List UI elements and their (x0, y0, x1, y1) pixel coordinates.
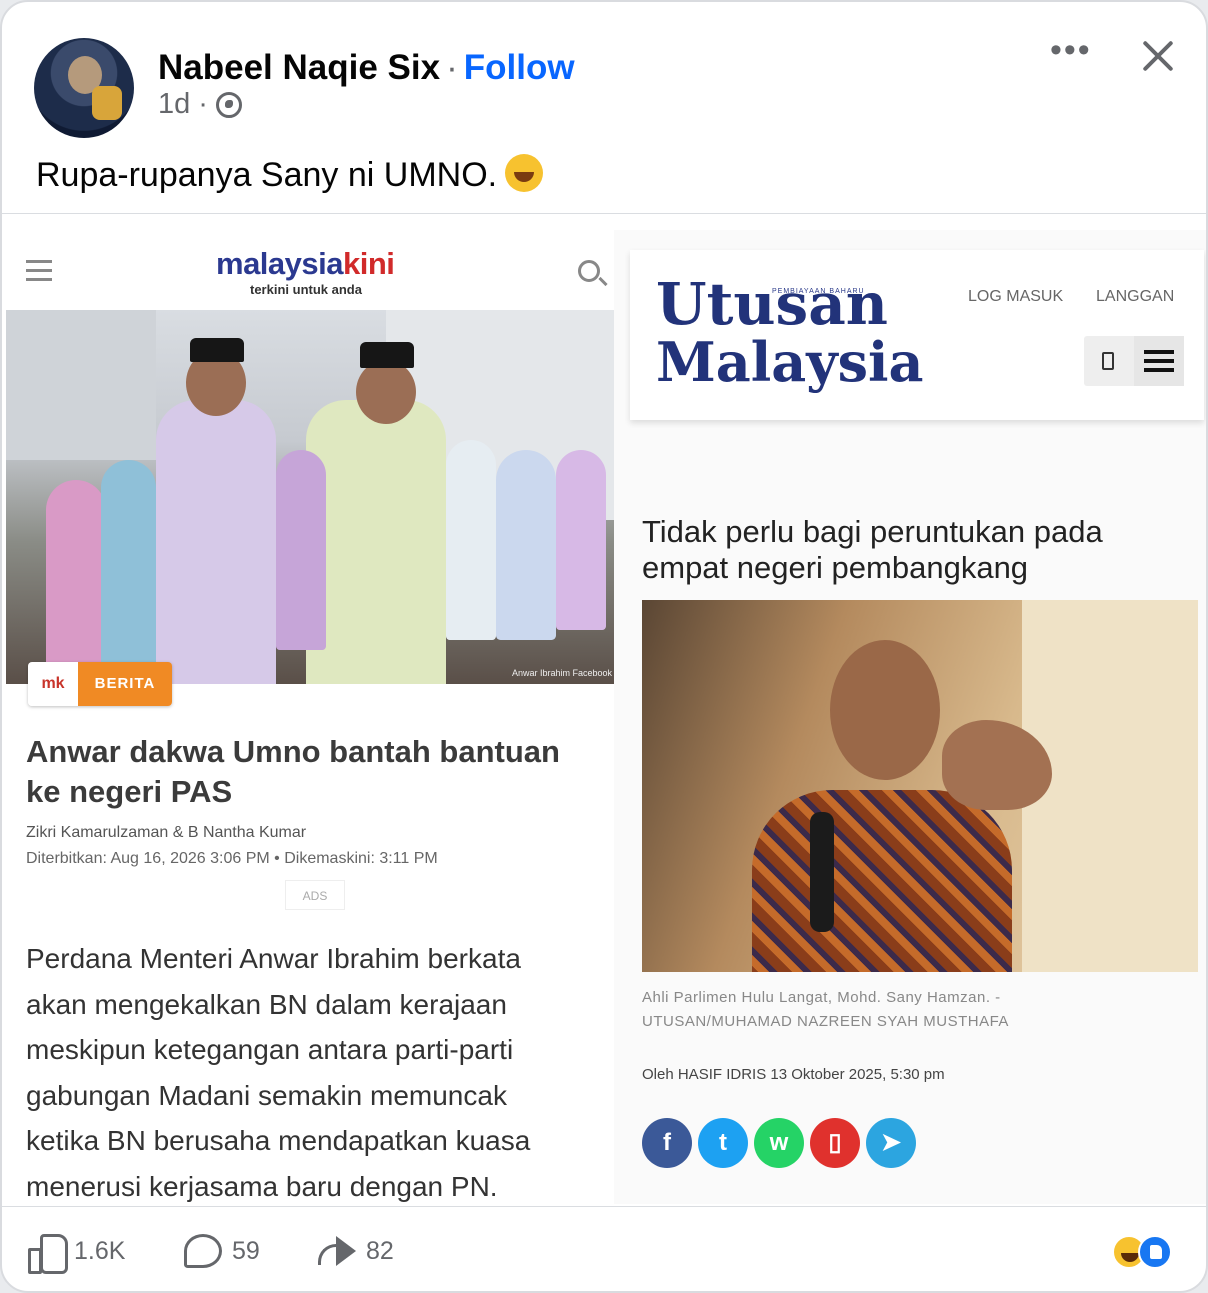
rofl-emoji-icon (505, 154, 544, 192)
close-icon[interactable] (1136, 34, 1180, 78)
more-options-button[interactable]: ••• (1050, 33, 1090, 74)
mk-brand-badge: mk (28, 662, 78, 706)
caption-text: Rupa-rupanya Sany ni UMNO. (36, 156, 498, 194)
meta-separator: · (198, 88, 208, 120)
share-buttons: f t w ▯ ➤ (642, 1118, 916, 1168)
article-headline: Anwar dakwa Umno bantah bantuan ke neger… (26, 734, 560, 809)
like-button[interactable]: 1.6K (28, 1233, 126, 1274)
hamburger-menu-icon (26, 260, 52, 287)
ads-placeholder: ADS (285, 880, 345, 910)
utusan-logo-line1: Utusan (656, 270, 888, 338)
facebook-icon: f (642, 1118, 692, 1168)
category-badge: mk BERITA (28, 662, 172, 706)
photo-caption: Ahli Parlimen Hulu Langat, Mohd. Sany Ha… (642, 986, 1198, 1034)
article-body: Perdana Menteri Anwar Ibrahim berkata ak… (26, 943, 531, 1202)
share-icon (318, 1236, 356, 1266)
utusan-byline: Oleh HASIF IDRIS 13 Oktober 2025, 5:30 p… (642, 1066, 945, 1083)
thumbs-up-icon (28, 1234, 68, 1274)
utusan-screenshot: PEMBIAYAAN BAHARU Utusan Malaysia LOG MA… (614, 230, 1206, 1204)
mobile-share-icon: ▯ (810, 1118, 860, 1168)
globe-icon (215, 91, 242, 118)
post-image[interactable]: malaysiakini terkini untuk anda Anwar Ib… (2, 214, 1206, 1204)
handshake-photo: Anwar Ibrahim Facebook (6, 310, 618, 684)
post-meta: 1d · (158, 88, 242, 121)
share-button[interactable]: 82 (318, 1233, 394, 1269)
subscribe-link: LANGGAN (1096, 288, 1175, 305)
post-time[interactable]: 1d (158, 88, 190, 121)
comment-icon (184, 1234, 222, 1268)
twitter-icon: t (698, 1118, 748, 1168)
post-caption: Rupa-rupanya Sany ni UMNO. (36, 154, 544, 195)
comment-button[interactable]: 59 (184, 1233, 260, 1269)
author-avatar[interactable] (34, 38, 134, 138)
telegram-icon: ➤ (866, 1118, 916, 1168)
utusan-headline: Tidak perlu bagi peruntukan pada empat n… (642, 514, 1103, 585)
search-icon (578, 260, 600, 282)
separator: · (446, 48, 458, 87)
follow-button[interactable]: Follow (464, 48, 575, 87)
post-actions: 1.6K 59 82 (2, 1206, 1206, 1291)
article-authors: Zikri Kamarulzaman & B Nantha Kumar (26, 824, 307, 841)
hamburger-menu-icon (1134, 336, 1184, 386)
reactions-summary[interactable] (1112, 1231, 1182, 1271)
malaysiakini-tagline: terkini untuk anda (250, 282, 362, 297)
like-reaction-icon (1138, 1235, 1172, 1269)
speaker-photo (642, 600, 1198, 972)
utusan-nav-buttons (1084, 336, 1184, 386)
category-label: BERITA (78, 662, 172, 706)
malaysiakini-screenshot: malaysiakini terkini untuk anda Anwar Ib… (2, 230, 622, 1204)
photo-credit: Anwar Ibrahim Facebook (511, 668, 612, 678)
utusan-logo-line2: Malaysia (656, 330, 924, 394)
share-count: 82 (366, 1236, 394, 1265)
article-dates: Diterbitkan: Aug 16, 2026 3:06 PM • Dike… (26, 850, 438, 867)
malaysiakini-logo: malaysiakini (216, 246, 395, 281)
utusan-header: PEMBIAYAAN BAHARU Utusan Malaysia LOG MA… (630, 250, 1204, 420)
mobile-icon (1102, 352, 1114, 370)
caption-line-1: Ahli Parlimen Hulu Langat, Mohd. Sany Ha… (642, 989, 1001, 1006)
facebook-post-dialog: Nabeel Naqie Six · Follow 1d · ••• Rupa-ru… (0, 0, 1208, 1293)
avatar-glove (92, 86, 122, 120)
like-count: 1.6K (74, 1236, 126, 1265)
comment-count: 59 (232, 1236, 260, 1265)
login-link: LOG MASUK (968, 288, 1064, 305)
author-name[interactable]: Nabeel Naqie Six (158, 48, 440, 87)
author-line: Nabeel Naqie Six · Follow (158, 48, 575, 88)
whatsapp-icon: w (754, 1118, 804, 1168)
caption-line-2: UTUSAN/MUHAMAD NAZREEN SYAH MUSTHAFA (642, 1013, 1009, 1030)
